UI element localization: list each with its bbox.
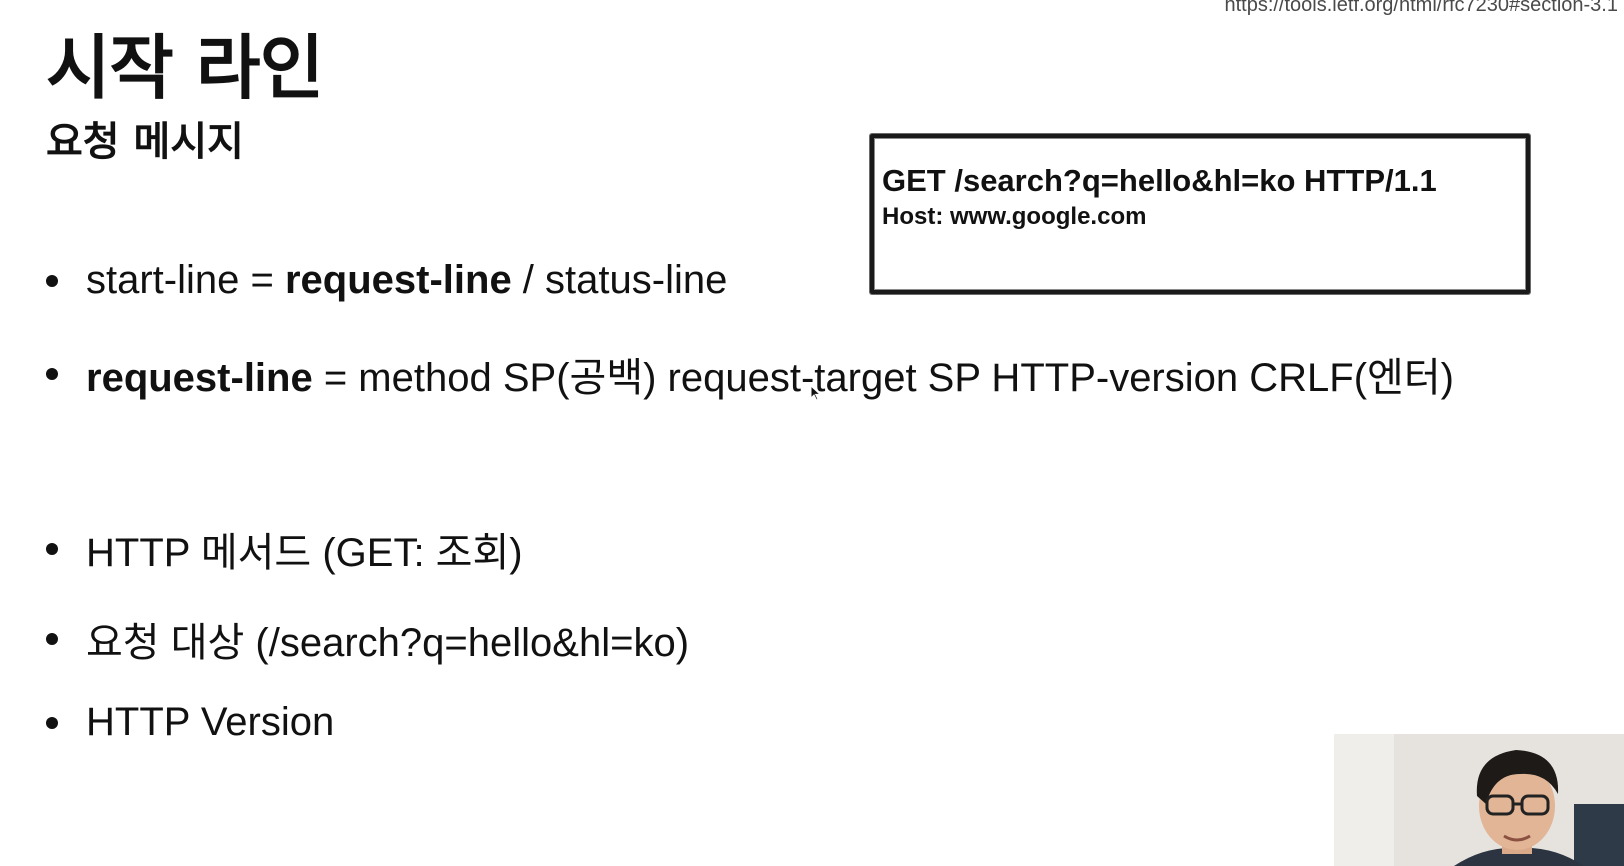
bullet-item-start-line: start-line = request-line / status-line bbox=[46, 258, 727, 303]
bullet-item-http-method: HTTP 메서드 (GET: 조회) bbox=[46, 520, 523, 578]
bullet-item-request-target: 요청 대상 (/search?q=hello&hl=ko) bbox=[46, 610, 689, 668]
bullet-dot-icon bbox=[46, 274, 58, 287]
bullet-text: 요청 대상 (/search?q=hello&hl=ko) bbox=[86, 621, 690, 665]
bullet-text: start-line = request-line / status-line bbox=[86, 258, 728, 302]
bullet-text: HTTP Version bbox=[86, 700, 335, 744]
slide: https://tools.ietf.org/html/rfc7230#sect… bbox=[0, 0, 1624, 866]
bullet-dot-icon bbox=[46, 543, 58, 555]
request-example-box: GET /search?q=hello&hl=ko HTTP/1.1 Host:… bbox=[870, 134, 1530, 294]
request-line-example: GET /search?q=hello&hl=ko HTTP/1.1 bbox=[882, 163, 1437, 198]
mouse-cursor-icon bbox=[810, 385, 822, 401]
bullet-text: HTTP 메서드 (GET: 조회) bbox=[86, 531, 523, 575]
slide-title: 시작 라인 bbox=[46, 27, 324, 109]
bullet-text: request-line = method SP(공백) request-tar… bbox=[86, 356, 1454, 400]
presenter-figure bbox=[1334, 734, 1624, 866]
host-header-example: Host: www.google.com bbox=[882, 203, 1147, 231]
bullet-dot-icon bbox=[46, 716, 58, 729]
presenter-webcam bbox=[1334, 734, 1624, 866]
bullet-dot-icon bbox=[46, 368, 58, 380]
bullet-item-request-line: request-line = method SP(공백) request-tar… bbox=[46, 345, 1454, 403]
slide-subtitle: 요청 메시지 bbox=[46, 119, 244, 165]
source-url: https://tools.ietf.org/html/rfc7230#sect… bbox=[1224, 0, 1618, 16]
bullet-item-http-version: HTTP Version bbox=[46, 700, 334, 745]
bullet-dot-icon bbox=[46, 633, 58, 645]
